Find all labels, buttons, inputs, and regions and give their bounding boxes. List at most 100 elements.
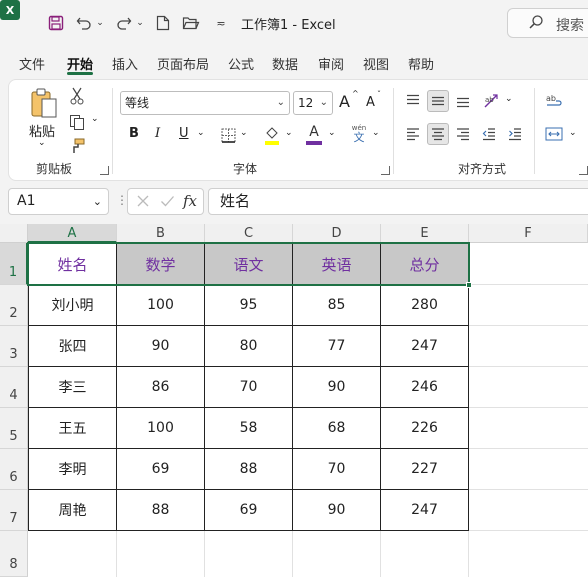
column-header-b[interactable]: B: [117, 224, 205, 243]
fill-handle[interactable]: [466, 282, 472, 288]
table-cell[interactable]: 227: [381, 449, 469, 490]
row-header-8[interactable]: 8: [0, 531, 28, 577]
tab-review[interactable]: 审阅: [318, 54, 344, 73]
worksheet-grid[interactable]: ABCDEF 12345678 姓名 数学 语文 英语 总分 刘小明 100 95 85 280 张…: [0, 224, 588, 577]
font-launcher-icon[interactable]: [381, 166, 390, 175]
increase-indent-icon[interactable]: [505, 123, 525, 145]
undo-icon[interactable]: [74, 12, 94, 34]
underline-dropdown-icon[interactable]: ⌄: [197, 128, 205, 138]
table-cell[interactable]: 100: [117, 285, 205, 326]
font-size-combo[interactable]: 12 ⌄: [293, 91, 333, 115]
table-cell[interactable]: 77: [293, 326, 381, 367]
enter-icon[interactable]: [160, 194, 175, 212]
table-cell[interactable]: 58: [205, 408, 293, 449]
phonetic-dropdown-icon[interactable]: ⌄: [372, 128, 380, 138]
header-cell[interactable]: 姓名: [28, 243, 117, 285]
tab-data[interactable]: 数据: [272, 54, 298, 73]
row-header-1[interactable]: 1: [0, 243, 28, 285]
open-folder-icon[interactable]: [181, 12, 201, 34]
wrap-text-icon[interactable]: ab: [543, 90, 565, 112]
align-left-icon[interactable]: [403, 123, 423, 145]
table-cell[interactable]: 88: [205, 449, 293, 490]
copy-icon[interactable]: [67, 112, 87, 132]
table-cell[interactable]: 70: [293, 449, 381, 490]
column-header-e[interactable]: E: [381, 224, 469, 243]
new-file-icon[interactable]: [154, 12, 172, 34]
row-header-7[interactable]: 7: [0, 490, 28, 531]
name-box[interactable]: A1 ⌄: [8, 188, 109, 215]
alignment-launcher-icon[interactable]: [579, 166, 588, 175]
align-right-icon[interactable]: [453, 123, 473, 145]
paste-dropdown-icon[interactable]: ⌄: [38, 138, 46, 148]
grow-font-button[interactable]: A: [339, 92, 350, 111]
table-cell[interactable]: 李三: [28, 367, 117, 408]
font-color-icon[interactable]: A: [305, 124, 323, 146]
top-align-icon[interactable]: [403, 90, 423, 112]
italic-button[interactable]: I: [155, 126, 160, 141]
table-cell[interactable]: 68: [293, 408, 381, 449]
table-cell[interactable]: 247: [381, 326, 469, 367]
paste-icon[interactable]: [27, 86, 61, 120]
table-cell[interactable]: 张四: [28, 326, 117, 367]
font-color-dropdown-icon[interactable]: ⌄: [328, 128, 336, 138]
row-header-5[interactable]: 5: [0, 408, 28, 449]
decrease-indent-icon[interactable]: [479, 123, 499, 145]
table-cell[interactable]: 246: [381, 367, 469, 408]
orientation-dropdown-icon[interactable]: ⌄: [505, 94, 513, 104]
table-cell[interactable]: 95: [205, 285, 293, 326]
align-center-icon[interactable]: [427, 123, 449, 145]
underline-button[interactable]: U: [179, 126, 189, 141]
search-box[interactable]: 搜索: [507, 8, 588, 38]
table-cell[interactable]: 刘小明: [28, 285, 117, 326]
row-header-3[interactable]: 3: [0, 326, 28, 367]
insert-function-button[interactable]: fx: [183, 192, 197, 210]
tab-view[interactable]: 视图: [363, 54, 389, 73]
formula-input[interactable]: 姓名: [208, 188, 588, 215]
table-cell[interactable]: 69: [117, 449, 205, 490]
column-header-c[interactable]: C: [205, 224, 293, 243]
header-cell[interactable]: 语文: [205, 243, 293, 285]
table-cell[interactable]: 86: [117, 367, 205, 408]
undo-dropdown-icon[interactable]: ⌄: [95, 12, 105, 34]
clipboard-launcher-icon[interactable]: [100, 166, 109, 175]
column-header-f[interactable]: F: [469, 224, 588, 243]
bottom-align-icon[interactable]: [453, 90, 473, 112]
column-header-a[interactable]: A: [28, 224, 117, 243]
table-cell[interactable]: 69: [205, 490, 293, 531]
tab-file[interactable]: 文件: [19, 54, 45, 73]
table-cell[interactable]: 280: [381, 285, 469, 326]
cancel-icon[interactable]: [136, 194, 150, 212]
table-cell[interactable]: 88: [117, 490, 205, 531]
tab-page-layout[interactable]: 页面布局: [157, 54, 209, 73]
table-cell[interactable]: 85: [293, 285, 381, 326]
save-icon[interactable]: [46, 12, 66, 34]
shrink-font-button[interactable]: A: [366, 95, 375, 110]
table-cell[interactable]: 90: [293, 490, 381, 531]
table-cell[interactable]: 226: [381, 408, 469, 449]
header-cell[interactable]: 英语: [293, 243, 381, 285]
customize-qat-icon[interactable]: ≂: [214, 12, 228, 34]
font-name-combo[interactable]: 等线 ⌄: [120, 91, 290, 115]
column-header-d[interactable]: D: [293, 224, 381, 243]
orientation-icon[interactable]: ab: [481, 90, 503, 112]
tab-help[interactable]: 帮助: [408, 54, 434, 73]
format-painter-icon[interactable]: [67, 137, 87, 155]
row-header-4[interactable]: 4: [0, 367, 28, 408]
tab-insert[interactable]: 插入: [112, 54, 138, 73]
middle-align-icon[interactable]: [427, 90, 449, 112]
fill-color-dropdown-icon[interactable]: ⌄: [285, 128, 293, 138]
borders-dropdown-icon[interactable]: ⌄: [240, 128, 248, 138]
table-cell[interactable]: 90: [293, 367, 381, 408]
table-cell[interactable]: 247: [381, 490, 469, 531]
phonetic-guide-icon[interactable]: wén 文: [349, 122, 369, 146]
redo-icon[interactable]: [114, 12, 134, 34]
row-header-6[interactable]: 6: [0, 449, 28, 490]
fill-color-icon[interactable]: [263, 124, 281, 146]
select-all-corner[interactable]: [0, 224, 28, 243]
borders-icon[interactable]: [219, 126, 237, 144]
copy-dropdown-icon[interactable]: ⌄: [91, 114, 99, 124]
table-cell[interactable]: 100: [117, 408, 205, 449]
merge-dropdown-icon[interactable]: ⌄: [569, 128, 577, 138]
table-cell[interactable]: 80: [205, 326, 293, 367]
redo-dropdown-icon[interactable]: ⌄: [135, 12, 145, 34]
